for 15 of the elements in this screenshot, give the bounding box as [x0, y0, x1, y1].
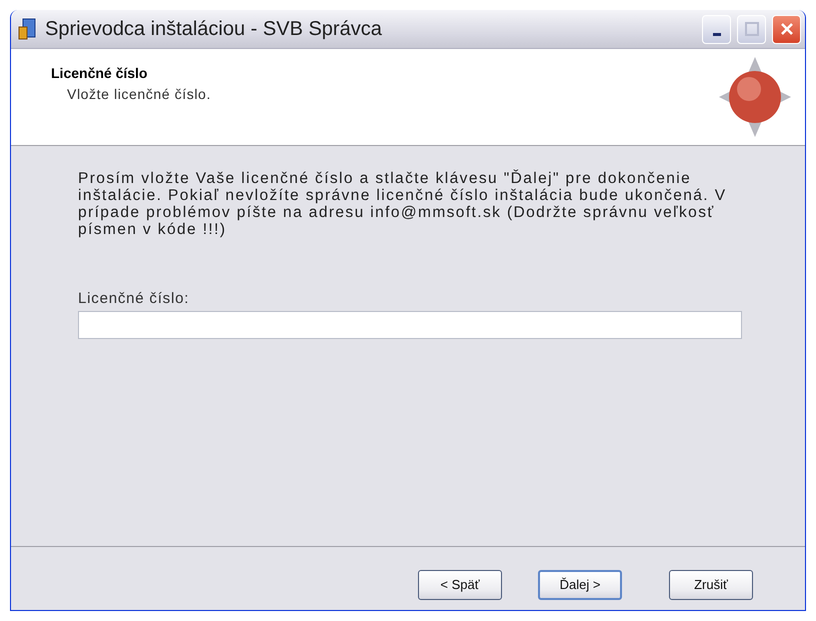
page-title: Licenčné číslo [51, 65, 148, 81]
license-number-field[interactable] [78, 311, 742, 339]
instructions-text: Prosím vložte Vaše licenčné číslo a stlačte klávesu "Ďalej" pre dokončenie inštalácie. Pokiaľ nevložíte správne licenčné číslo inštalácia bude ukončená. V prípade problémov píšte na adresu info@mmsoft.sk (Dodržte správnu veľkosť písmen v kóde !!!) [78, 170, 728, 238]
wizard-button[interactable]: Zrušiť [669, 570, 753, 600]
wizard-button[interactable]: Ďalej > [538, 570, 622, 600]
minimize-button[interactable] [702, 14, 731, 44]
close-icon [780, 22, 794, 36]
window-title: Sprievodca inštaláciou - SVB Správca [45, 18, 383, 40]
field-label: Licenčné číslo: [78, 290, 190, 307]
logo-icon [717, 55, 793, 139]
wizard-button[interactable]: < Späť [418, 570, 502, 600]
minimize-icon [712, 32, 720, 36]
maximize-icon [744, 22, 758, 36]
close-button[interactable] [772, 14, 801, 44]
page-subtitle: Vložte licenčné číslo. [66, 86, 211, 102]
